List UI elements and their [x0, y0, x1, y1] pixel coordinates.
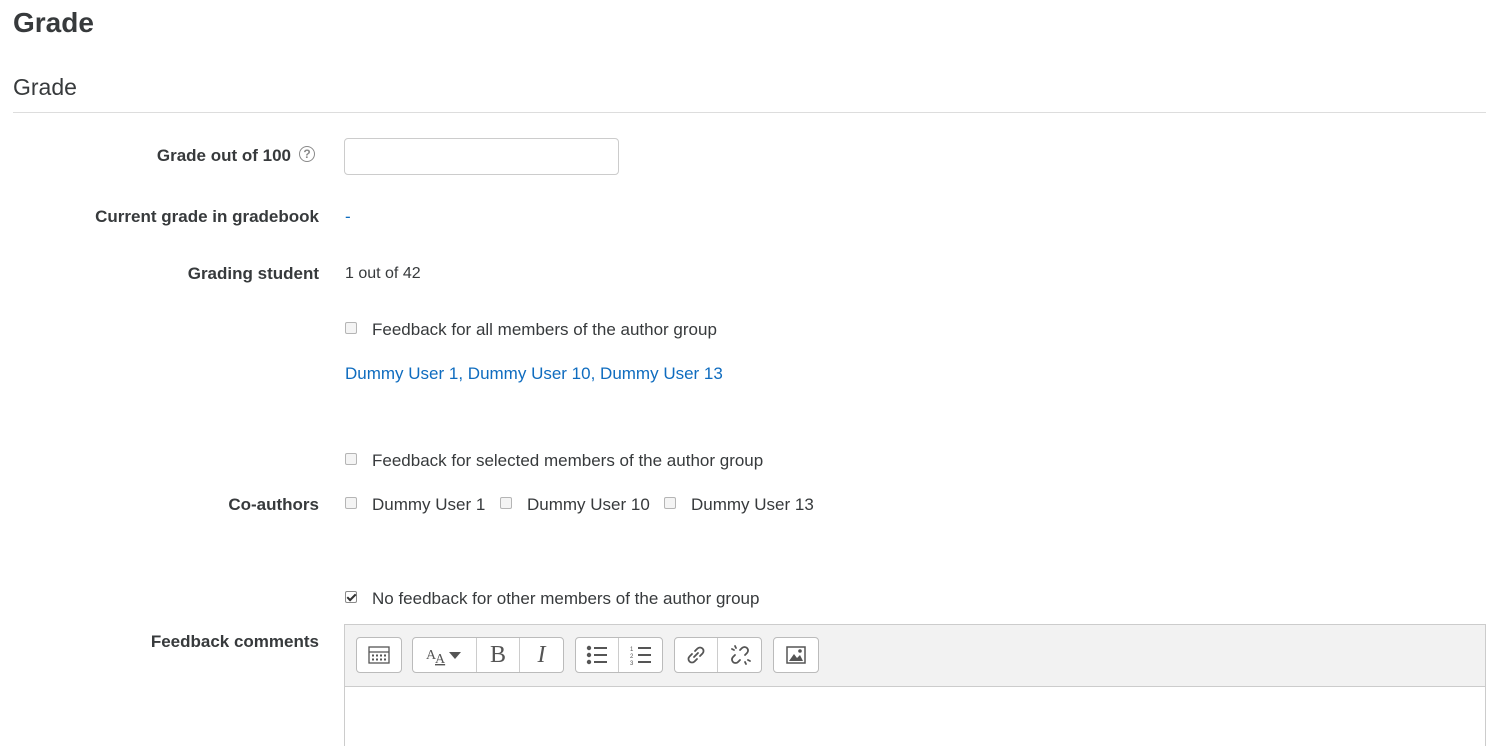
svg-text:A: A	[435, 652, 446, 666]
group-members-links[interactable]: Dummy User 1, Dummy User 10, Dummy User …	[345, 363, 723, 385]
page-title: Grade	[13, 7, 94, 38]
feedback-selected-label: Feedback for selected members of the aut…	[372, 451, 764, 470]
grade-page: Grade Grade Grade out of 100 ? Current g…	[0, 0, 1498, 746]
grade-label: Grade out of 100	[156, 146, 291, 165]
svg-text:3: 3	[630, 661, 634, 665]
feedback-editor: A A B I 1 2 3	[344, 624, 1486, 746]
feedback-comments-label: Feedback comments	[150, 632, 319, 651]
coauthor-link-13[interactable]: Dummy User 13	[691, 494, 814, 516]
current-grade-label: Current grade in gradebook	[95, 207, 319, 226]
unlink-icon[interactable]	[718, 638, 761, 672]
toolbar-group-lists: 1 2 3	[575, 637, 663, 673]
toolbar-toggle-icon[interactable]	[357, 638, 400, 672]
toolbar-group-text: A A B I	[412, 637, 564, 673]
ordered-list-icon[interactable]: 1 2 3	[619, 638, 662, 672]
editor-content-area[interactable]	[345, 686, 1485, 746]
feedback-all-checkbox[interactable]	[345, 322, 357, 334]
coauthor-link-10[interactable]: Dummy User 10	[527, 494, 650, 516]
current-grade-link[interactable]: -	[345, 206, 351, 228]
toolbar-group-links	[674, 637, 762, 673]
coauthor-checkbox-13[interactable]	[664, 497, 676, 509]
no-feedback-checkbox[interactable]	[345, 591, 357, 603]
feedback-all-label: Feedback for all members of the author g…	[372, 320, 717, 339]
toolbar-group-media	[773, 637, 819, 673]
grading-student-value: 1 out of 42	[345, 265, 421, 282]
coauthor-checkbox-1[interactable]	[345, 497, 357, 509]
question-circle-icon[interactable]: ?	[299, 146, 315, 162]
toolbar-group-toggle	[356, 637, 402, 673]
unordered-list-icon[interactable]	[576, 638, 619, 672]
grade-input[interactable]	[344, 138, 619, 175]
coauthors-label: Co-authors	[228, 495, 319, 514]
bold-icon[interactable]: B	[477, 638, 520, 672]
editor-toolbar: A A B I 1 2 3	[345, 625, 1485, 687]
section-title: Grade	[13, 74, 77, 100]
feedback-selected-checkbox[interactable]	[345, 453, 357, 465]
svg-text:2: 2	[630, 654, 634, 660]
coauthor-link-1[interactable]: Dummy User 1	[372, 494, 485, 516]
grading-student-label: Grading student	[187, 264, 319, 283]
svg-text:1: 1	[630, 647, 634, 653]
section-divider	[13, 112, 1486, 113]
coauthor-checkbox-10[interactable]	[500, 497, 512, 509]
font-style-icon[interactable]: A A	[413, 638, 477, 672]
link-icon[interactable]	[675, 638, 718, 672]
italic-icon[interactable]: I	[520, 638, 563, 672]
image-icon[interactable]	[774, 638, 817, 672]
no-feedback-label: No feedback for other members of the aut…	[372, 589, 760, 608]
